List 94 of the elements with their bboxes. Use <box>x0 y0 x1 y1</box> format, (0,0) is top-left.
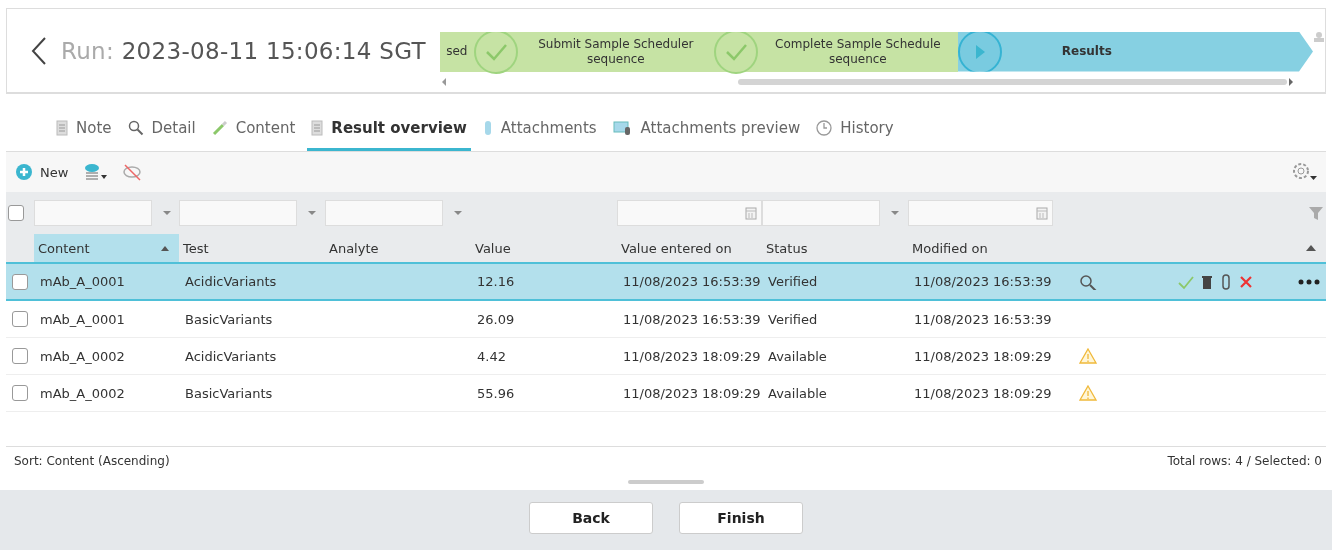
workflow-step[interactable]: Submit Sample Scheduler sequence <box>473 31 714 72</box>
more-icon <box>1298 278 1320 285</box>
search-icon <box>1079 273 1097 290</box>
document-icon <box>311 120 324 136</box>
pipette-icon <box>211 120 228 136</box>
column-header[interactable]: Status <box>762 234 908 262</box>
table-cell-text: Verified <box>767 311 819 327</box>
filter-field[interactable] <box>762 200 880 226</box>
run-title: Run: 2023-08-11 15:06:14 SGT <box>61 37 426 64</box>
paperclip-icon <box>482 120 493 136</box>
table-cell-text: 11/08/2023 18:09:29 <box>913 348 1053 364</box>
row-checkbox[interactable] <box>12 348 28 364</box>
column-header[interactable]: Test <box>179 234 325 262</box>
paperclip-icon <box>1221 273 1231 290</box>
table-cell-text: mAb_A_0001 <box>39 274 126 289</box>
table-cell-text: BasicVariants <box>184 311 274 327</box>
tab[interactable]: History <box>812 119 898 151</box>
clock-icon <box>816 120 833 136</box>
check-icon <box>473 31 518 74</box>
table-row[interactable]: mAb_A_0001 AcidicVariants 12.16 11/08/2023 16:53:39 Verified 11/08/2023 16:53:39 <box>6 264 1326 301</box>
table-cell-text: Available <box>767 348 828 364</box>
dropdown-caret-icon <box>890 210 900 216</box>
row-checkbox[interactable] <box>12 385 28 401</box>
sort-ascending-icon <box>161 245 169 251</box>
table-cell-text: BasicVariants <box>184 385 274 401</box>
select-all-checkbox[interactable] <box>8 205 24 221</box>
play-icon <box>957 31 1002 74</box>
table-cell-text: 11/08/2023 18:09:29 <box>622 348 762 364</box>
layers-menu-icon <box>82 163 109 181</box>
column-header[interactable]: Analyte <box>325 234 471 262</box>
date-filter-field[interactable] <box>908 200 1053 226</box>
date-filter-field[interactable] <box>617 200 762 226</box>
delete-icon <box>1239 273 1253 290</box>
column-header[interactable]: Value <box>471 234 617 262</box>
row-totals: Total rows: 4 / Selected: 0 <box>1167 453 1322 468</box>
table-cell-text: 11/08/2023 16:53:39 <box>913 274 1053 289</box>
table-cell-text: mAb_A_0002 <box>39 385 126 401</box>
row-checkbox[interactable] <box>12 311 28 327</box>
table-cell-text: 4.42 <box>476 348 507 364</box>
new-button[interactable]: New <box>16 164 69 180</box>
dropdown-caret-icon <box>453 210 463 216</box>
workflow-step[interactable]: Complete Sample Schedule sequence <box>713 31 958 72</box>
check-icon <box>713 31 758 74</box>
workflow-step[interactable]: sed <box>439 31 474 72</box>
table-cell-text: Verified <box>767 274 819 289</box>
tab[interactable]: Detail <box>123 119 200 151</box>
column-header[interactable]: Value entered on <box>617 234 762 262</box>
table-cell-text: mAb_A_0002 <box>39 348 126 364</box>
table-cell-text: AcidicVariants <box>184 348 278 364</box>
collapse-icon <box>1306 245 1316 251</box>
workflow-step[interactable]: Results <box>957 31 1313 72</box>
resize-handle[interactable] <box>628 480 704 484</box>
column-header[interactable]: Content <box>34 234 179 262</box>
back-icon <box>31 35 47 66</box>
plus-icon <box>16 164 32 180</box>
table-cell-text: Available <box>767 385 828 401</box>
row-checkbox[interactable] <box>12 273 28 290</box>
table-cell-text: 11/08/2023 16:53:39 <box>913 311 1053 327</box>
user-icon <box>1313 31 1325 42</box>
document-icon <box>56 120 68 136</box>
calendar-icon <box>1036 206 1048 220</box>
tab[interactable]: Note <box>52 119 116 151</box>
warning-icon <box>1079 385 1097 401</box>
table-cell-text: 11/08/2023 16:53:39 <box>622 274 762 289</box>
dropdown-caret-icon <box>307 210 317 216</box>
table-cell-text: 11/08/2023 16:53:39 <box>622 311 762 327</box>
settings-icon <box>1290 161 1318 183</box>
table-cell-text: 12.16 <box>476 274 516 289</box>
calendar-icon <box>745 206 757 220</box>
table-cell-text: 55.96 <box>476 385 516 401</box>
tab[interactable]: Attachments <box>478 119 601 151</box>
filter-field[interactable] <box>325 200 443 226</box>
back-button[interactable]: Back <box>529 502 653 534</box>
finish-button[interactable]: Finish <box>679 502 803 534</box>
hide-icon <box>122 163 143 181</box>
dropdown-caret-icon <box>162 210 172 216</box>
warning-icon <box>1079 348 1097 364</box>
filter-field[interactable] <box>179 200 297 226</box>
filter-icon <box>1308 205 1324 221</box>
column-header[interactable]: Modified on <box>908 234 1055 262</box>
scroll-right-icon <box>1287 76 1295 87</box>
table-cell-text: 11/08/2023 18:09:29 <box>622 385 762 401</box>
table-cell-text: 26.09 <box>476 311 516 327</box>
search-icon <box>127 120 144 136</box>
tab[interactable]: Attachments preview <box>608 119 805 151</box>
filter-field[interactable] <box>34 200 152 226</box>
table-cell-text: mAb_A_0001 <box>39 311 126 327</box>
sort-info: Sort: Content (Ascending) <box>14 453 170 468</box>
scrollbar[interactable] <box>737 78 1287 85</box>
trash-icon <box>1201 273 1213 290</box>
preview-icon <box>612 120 633 136</box>
tab[interactable]: Content <box>207 119 300 151</box>
table-cell-text: 11/08/2023 18:09:29 <box>913 385 1053 401</box>
table-cell-text: AcidicVariants <box>184 274 278 289</box>
